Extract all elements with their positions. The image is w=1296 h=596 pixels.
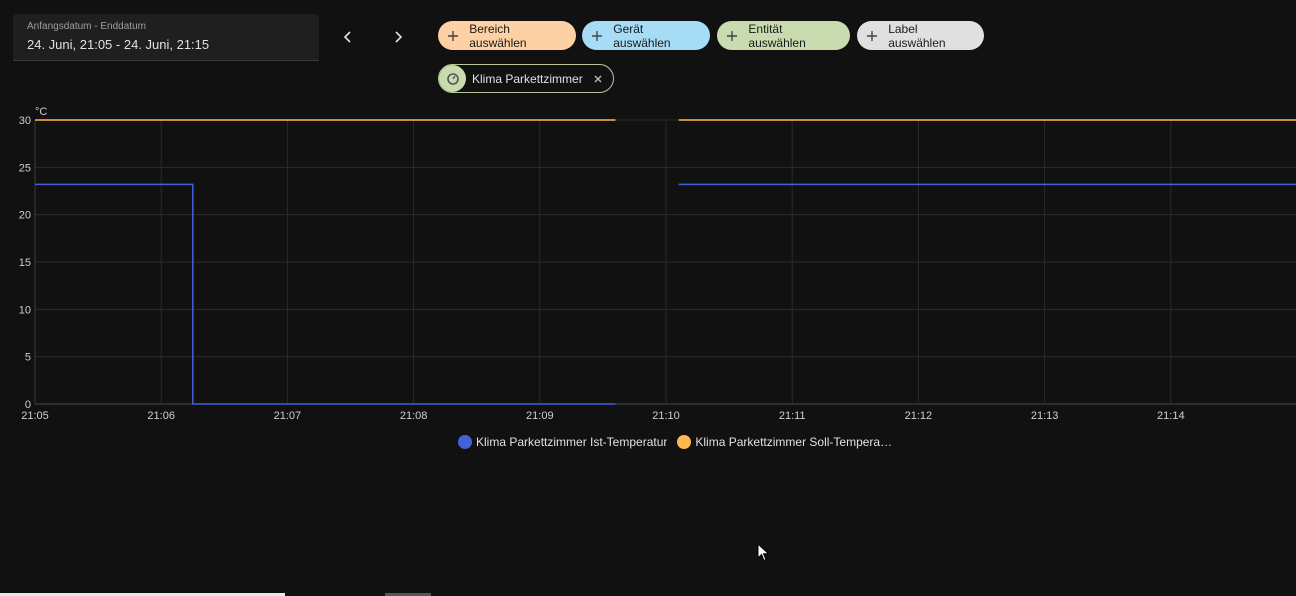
x-tick-label: 21:05 xyxy=(21,410,49,422)
x-tick-label: 21:07 xyxy=(274,410,302,422)
y-tick-label: 5 xyxy=(25,352,31,364)
legend-item-ist[interactable]: Klima Parkettzimmer Ist-Temperatur xyxy=(458,435,667,449)
chevron-left-icon xyxy=(343,31,351,43)
chevron-right-icon xyxy=(395,31,403,43)
chart-legend: Klima Parkettzimmer Ist-Temperatur Klima… xyxy=(458,435,902,449)
thermostat-icon xyxy=(439,65,466,92)
plus-icon xyxy=(446,29,459,43)
x-tick-label: 21:10 xyxy=(652,410,680,422)
selected-entity-label: Klima Parkettzimmer xyxy=(472,71,583,86)
x-tick-label: 21:06 xyxy=(147,410,175,422)
date-range-picker[interactable]: Anfangsdatum - Enddatum 24. Juni, 21:05 … xyxy=(13,14,319,61)
choose-device-chip[interactable]: Gerät auswählen xyxy=(582,21,710,50)
y-tick-label: 10 xyxy=(19,304,31,316)
next-period-button[interactable] xyxy=(383,22,413,52)
y-unit-label: °C xyxy=(35,106,47,118)
x-tick-label: 21:12 xyxy=(905,410,933,422)
previous-period-button[interactable] xyxy=(333,22,363,52)
date-range-value: 24. Juni, 21:05 - 24. Juni, 21:15 xyxy=(27,37,210,52)
x-tick-label: 21:14 xyxy=(1157,410,1185,422)
y-tick-label: 25 xyxy=(19,162,31,174)
plus-icon xyxy=(865,29,878,43)
plus-icon xyxy=(590,29,603,43)
choose-label-chip[interactable]: Label auswählen xyxy=(857,21,984,50)
choose-entity-label: Entität auswählen xyxy=(748,21,806,50)
legend-dot xyxy=(458,435,472,449)
selected-entity-chip[interactable]: Klima Parkettzimmer xyxy=(438,64,614,93)
mouse-cursor-icon xyxy=(757,543,770,562)
x-tick-label: 21:11 xyxy=(779,410,806,422)
choose-area-chip[interactable]: Bereich auswählen xyxy=(438,21,576,50)
choose-entity-chip[interactable]: Entität auswählen xyxy=(717,21,850,50)
choose-area-label: Bereich auswählen xyxy=(469,21,527,50)
choose-device-label: Gerät auswählen xyxy=(613,21,671,50)
legend-item-soll[interactable]: Klima Parkettzimmer Soll-Tempera… xyxy=(677,435,892,449)
x-tick-label: 21:08 xyxy=(400,410,428,422)
legend-label: Klima Parkettzimmer Soll-Tempera… xyxy=(695,435,893,449)
y-tick-label: 20 xyxy=(19,210,31,222)
choose-label-label: Label auswählen xyxy=(888,21,946,50)
series-line xyxy=(35,183,616,405)
remove-entity-icon[interactable] xyxy=(592,73,604,85)
history-panel: Anfangsdatum - Enddatum 24. Juni, 21:05 … xyxy=(0,0,1296,596)
legend-label: Klima Parkettzimmer Ist-Temperatur xyxy=(476,435,668,449)
x-tick-label: 21:13 xyxy=(1031,410,1059,422)
y-tick-label: 30 xyxy=(19,115,31,127)
date-range-label: Anfangsdatum - Enddatum xyxy=(27,21,146,32)
plus-icon xyxy=(725,29,738,43)
legend-dot xyxy=(677,435,692,449)
x-tick-label: 21:09 xyxy=(526,410,554,422)
y-tick-label: 15 xyxy=(19,257,31,269)
history-chart: 051015202530°C21:05 21:06 21:07 21:08 21:09 2… xyxy=(19,106,1296,422)
